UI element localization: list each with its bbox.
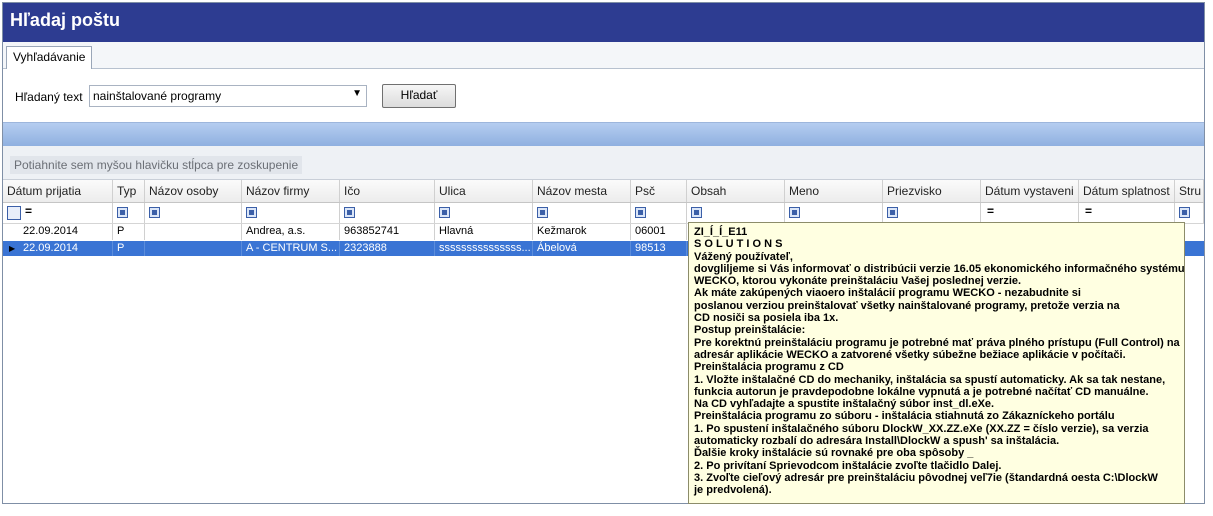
filter-cell[interactable]: =	[981, 203, 1079, 223]
filter-operator-icon[interactable]	[149, 207, 160, 218]
tooltip-line: Vážený používateľ,	[694, 250, 793, 263]
cell-nazov-osoby	[145, 224, 242, 240]
group-by-hint: Potiahnite sem myšou hlavičku stĺpca pre…	[10, 156, 303, 174]
cell-nazov-firmy: Andrea, a.s.	[242, 224, 340, 240]
filter-operator-icon[interactable]	[439, 207, 450, 218]
grid-header-row: Dátum prijatia Typ Názov osoby Názov fir…	[3, 180, 1204, 203]
tooltip-line: Pre korektnú preinštaláciu programu je p…	[694, 336, 1180, 349]
tooltip-line: ZI_Í_Í_E11	[694, 226, 748, 238]
column-header-nazov-osoby[interactable]: Názov osoby	[145, 180, 242, 202]
tooltip-line: Preinštalácia programu zo súboru - inšta…	[694, 410, 1115, 423]
tooltip-line: 3. Zvoľte cieľový adresár pre preinštalá…	[694, 471, 1158, 484]
cell-ulica: sssssssssssssss...	[435, 241, 533, 256]
column-header-meno[interactable]: Meno	[785, 180, 883, 202]
grid-filter-row: = = =	[3, 203, 1204, 224]
tooltip-line: S O L U T I O N S	[694, 238, 783, 251]
cell-datum-prijatia: 22.09.2014	[3, 224, 113, 240]
cell-psc: 98513	[631, 241, 687, 256]
window-title: Hľadaj poštu	[10, 10, 120, 30]
column-header-nazov-mesta[interactable]: Názov mesta	[533, 180, 631, 202]
group-by-panel[interactable]: Potiahnite sem myšou hlavičku stĺpca pre…	[3, 146, 1204, 180]
filter-operator-icon[interactable]	[887, 207, 898, 218]
dropdown-arrow-icon[interactable]: ▼	[352, 88, 362, 99]
filter-cell[interactable]	[242, 203, 340, 223]
filter-clear-icon[interactable]	[7, 206, 21, 220]
filter-cell[interactable]	[687, 203, 785, 223]
cell-typ: P	[113, 224, 145, 240]
cell-ico: 963852741	[340, 224, 435, 240]
search-text-combobox[interactable]: nainštalované programy ▼	[89, 85, 367, 107]
tooltip-line: CD nosiči sa posiela iba 1x.	[694, 312, 839, 325]
tooltip-line: dovgliljeme si Vás informovať o distribú…	[694, 262, 1185, 275]
tooltip-line: 2. Po privítaní Sprievodcom inštalácie z…	[694, 459, 1002, 472]
filter-cell[interactable]	[340, 203, 435, 223]
search-button[interactable]: Hľadať	[382, 84, 456, 108]
column-header-ulica[interactable]: Ulica	[435, 180, 533, 202]
filter-cell[interactable]: =	[1079, 203, 1175, 223]
tooltip-line: 1. Po spustení inštalačného súboru Dlock…	[694, 422, 1149, 435]
cell-datum-prijatia: 22.09.2014	[19, 241, 113, 256]
search-panel: Hľadaný text nainštalované programy ▼ Hľ…	[3, 69, 1204, 121]
column-header-ico[interactable]: Ičo	[340, 180, 435, 202]
filter-operator-icon[interactable]	[117, 207, 128, 218]
column-header-psc[interactable]: Psč	[631, 180, 687, 202]
cell-psc: 06001	[631, 224, 687, 240]
column-header-obsah[interactable]: Obsah	[687, 180, 785, 202]
tab-strip: Vyhľadávanie	[3, 42, 1204, 69]
column-header-priezvisko[interactable]: Priezvisko	[883, 180, 981, 202]
tooltip-line: adresár aplikácie WECKO a zatvorené všet…	[694, 348, 1126, 361]
tooltip-line: WECKO, ktorou vykonáte preinštaláciu Vaš…	[694, 275, 1022, 288]
tooltip-line: Na CD vyhľadajte a spustite inštalačný s…	[694, 398, 995, 411]
results-header-bar	[3, 122, 1204, 147]
tooltip-line: funkcia autorun je pravdepodobne lokálne…	[694, 385, 1149, 398]
column-header-typ[interactable]: Typ	[113, 180, 145, 202]
cell-nazov-mesta: Ábelová	[533, 241, 631, 256]
cell-nazov-osoby	[145, 241, 242, 256]
cell-ico: 2323888	[340, 241, 435, 256]
filter-operator-icon[interactable]	[691, 207, 702, 218]
title-bar: Hľadaj poštu	[3, 3, 1204, 42]
column-header-nazov-firmy[interactable]: Názov firmy	[242, 180, 340, 202]
cell-ulica: Hlavná	[435, 224, 533, 240]
column-header-datum-splatnosti[interactable]: Dátum splatnost	[1079, 180, 1175, 202]
filter-cell[interactable]	[1175, 203, 1204, 223]
filter-operator-icon[interactable]	[246, 207, 257, 218]
tooltip-line: Ďalšie kroky inštalácie sú rovnaké pre o…	[694, 447, 974, 460]
tooltip-line: poslanou verziou preinštalovať všetky na…	[694, 299, 1120, 312]
tab-search[interactable]: Vyhľadávanie	[6, 46, 93, 69]
cell-nazov-firmy: A - CENTRUM S...	[242, 241, 340, 256]
filter-cell[interactable]	[785, 203, 883, 223]
filter-operator-icon[interactable]	[789, 207, 800, 218]
search-text-value: nainštalované programy	[93, 89, 222, 103]
filter-cell[interactable]: =	[3, 203, 113, 223]
filter-cell[interactable]	[145, 203, 242, 223]
tooltip-line: 1. Vložte inštalačné CD do mechaniky, in…	[694, 373, 1166, 386]
filter-operator: =	[1085, 204, 1093, 218]
cell-nazov-mesta: Kežmarok	[533, 224, 631, 240]
tooltip-line: je predvolená).	[694, 484, 772, 497]
filter-cell[interactable]	[435, 203, 533, 223]
filter-operator-icon[interactable]	[537, 207, 548, 218]
tooltip-line: Postup preinštalácie:	[694, 324, 806, 337]
tooltip-line: Ak máte zakúpených viaoero inštalácií pr…	[694, 287, 1081, 300]
filter-operator-icon[interactable]	[635, 207, 646, 218]
content-tooltip: ZI_Í_Í_E11 S O L U T I O N S Vážený použ…	[688, 222, 1185, 504]
filter-cell[interactable]	[631, 203, 687, 223]
tooltip-line: automaticky rozbalí do adresára Install\…	[694, 435, 1060, 448]
cell-typ: P	[113, 241, 145, 256]
filter-operator-icon[interactable]	[1179, 207, 1190, 218]
column-header-datum-vystavenia[interactable]: Dátum vystaveni	[981, 180, 1079, 202]
column-header-datum-prijatia[interactable]: Dátum prijatia	[3, 180, 113, 202]
search-text-label: Hľadaný text	[15, 90, 83, 104]
filter-operator: =	[987, 204, 995, 218]
filter-cell[interactable]	[883, 203, 981, 223]
tooltip-line: Preinštalácia programu z CD	[694, 361, 844, 374]
column-header-stru[interactable]: Stru	[1175, 180, 1204, 202]
filter-operator: =	[25, 204, 33, 218]
current-row-indicator-icon: ▶	[9, 244, 16, 253]
filter-cell[interactable]	[113, 203, 145, 223]
filter-cell[interactable]	[533, 203, 631, 223]
filter-operator-icon[interactable]	[344, 207, 355, 218]
